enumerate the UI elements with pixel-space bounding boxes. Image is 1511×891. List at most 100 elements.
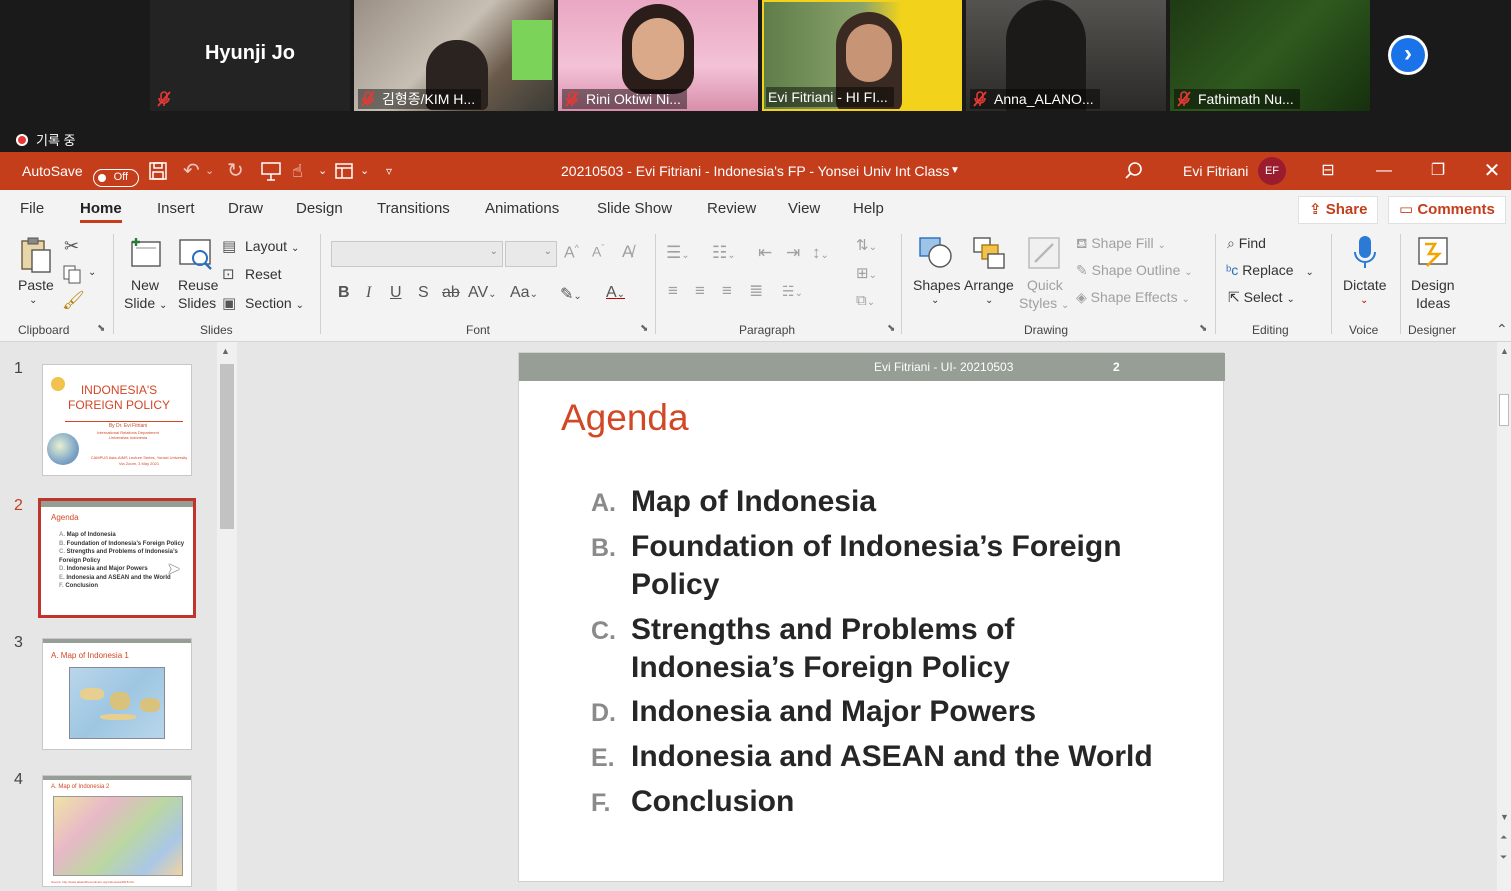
bullets-icon[interactable]: ☰⌄ <box>666 243 690 263</box>
dialog-launcher-icon[interactable]: ⬊ <box>640 323 648 334</box>
strikethrough-icon[interactable]: ab <box>442 284 460 302</box>
slide-title[interactable]: Agenda <box>561 397 689 439</box>
shape-outline-button[interactable]: ✎ Shape Outline ⌄ <box>1076 262 1193 279</box>
decrease-indent-icon[interactable]: ⇤ <box>758 243 772 263</box>
participant-tile[interactable]: Hyunji Jo <box>150 0 350 111</box>
shape-fill-button[interactable]: ⛾ Shape Fill ⌄ <box>1076 235 1166 254</box>
design-ideas-icon[interactable] <box>1413 234 1451 275</box>
font-family-select[interactable]: ⌄ <box>331 241 503 267</box>
cut-icon[interactable]: ✂ <box>64 236 79 257</box>
reset-button[interactable]: Reset <box>245 266 282 282</box>
chevron-down-icon[interactable]: ⌄ <box>205 152 214 190</box>
scroll-up-icon[interactable]: ▲ <box>221 346 230 356</box>
layout-button[interactable]: Layout ⌄ <box>245 238 299 254</box>
agenda-item[interactable]: B. Foundation of Indonesia’s Foreign Poli… <box>591 528 1191 604</box>
agenda-item[interactable]: D. Indonesia and Major Powers <box>591 693 1211 732</box>
present-from-start-icon[interactable] <box>260 160 282 185</box>
new-slide-label-2[interactable]: Slide ⌄ <box>124 295 167 311</box>
previous-slide-icon[interactable]: ⏶ <box>1500 832 1507 843</box>
font-color-icon[interactable]: A⌄ <box>606 284 625 302</box>
user-name[interactable]: Evi Fitriani <box>1183 152 1248 190</box>
autosave-toggle[interactable]: Off <box>92 169 139 187</box>
ribbon-display-options-icon[interactable]: ⊟ <box>1308 152 1348 190</box>
chevron-down-icon[interactable]: ▼ <box>950 152 960 190</box>
bold-icon[interactable]: B <box>338 284 350 302</box>
thumbnails-scrollbar[interactable]: ▲ <box>217 342 237 891</box>
dialog-launcher-icon[interactable]: ⬊ <box>887 323 895 334</box>
minimize-icon[interactable]: — <box>1364 152 1404 190</box>
quick-styles-label[interactable]: Quick <box>1027 277 1063 293</box>
tab-file[interactable]: File <box>20 200 44 217</box>
paste-label[interactable]: Paste <box>18 277 54 293</box>
tab-design[interactable]: Design <box>296 200 343 217</box>
participant-tile-active-speaker[interactable]: Evi Fitriani - HI FI... <box>762 0 962 111</box>
tab-transitions[interactable]: Transitions <box>377 200 450 217</box>
chevron-down-icon[interactable]: ⌄ <box>985 295 993 306</box>
agenda-item[interactable]: A. Map of Indonesia <box>591 483 1211 522</box>
new-slide-label[interactable]: New <box>131 277 159 293</box>
participant-tile[interactable]: Anna_ALANO... <box>966 0 1166 111</box>
underline-icon[interactable]: U <box>390 284 402 302</box>
restore-icon[interactable]: ❐ <box>1418 152 1458 190</box>
scrollbar-thumb[interactable] <box>220 364 234 529</box>
redo-icon[interactable]: ↻ <box>227 152 244 190</box>
align-center-icon[interactable]: ≡ <box>695 281 705 301</box>
comments-button[interactable]: ▭ Comments <box>1388 196 1506 224</box>
italic-icon[interactable]: I <box>366 284 371 302</box>
microphone-icon[interactable] <box>1352 234 1378 277</box>
tab-draw[interactable]: Draw <box>228 200 263 217</box>
shapes-icon[interactable] <box>918 236 954 275</box>
agenda-item[interactable]: C. Strengths and Problems of Indonesia’s … <box>591 611 1071 687</box>
chevron-down-icon[interactable]: ⌄ <box>360 152 369 190</box>
collapse-ribbon-icon[interactable]: ⌃ <box>1496 321 1508 338</box>
reuse-slides-label-2[interactable]: Slides <box>178 295 216 311</box>
shape-effects-button[interactable]: ◈ Shape Effects ⌄ <box>1076 289 1190 306</box>
close-icon[interactable]: ✕ <box>1472 152 1511 190</box>
reuse-slides-label[interactable]: Reuse <box>178 277 218 293</box>
change-case-icon[interactable]: Aa⌄ <box>510 284 538 302</box>
new-slide-icon[interactable] <box>128 236 164 275</box>
slide-thumbnail-3[interactable]: A. Map of Indonesia 1 <box>42 638 192 750</box>
align-left-icon[interactable]: ≡ <box>668 281 678 301</box>
character-spacing-icon[interactable]: AV⌄ <box>468 284 497 302</box>
replace-button[interactable]: ᵇc Replace ⌄ <box>1226 262 1314 278</box>
tab-insert[interactable]: Insert <box>157 200 195 217</box>
highlight-color-icon[interactable]: ✎⌄ <box>560 284 582 304</box>
layout-icon[interactable] <box>334 161 354 184</box>
chevron-down-icon[interactable]: ⌄ <box>29 295 37 306</box>
avatar[interactable]: EF <box>1258 157 1286 185</box>
columns-icon[interactable]: ☵⌄ <box>782 283 803 300</box>
arrange-icon[interactable] <box>972 236 1006 275</box>
scroll-down-icon[interactable]: ▼ <box>1500 812 1509 822</box>
align-text-icon[interactable]: ⊞⌄ <box>856 264 877 282</box>
agenda-item[interactable]: F. Conclusion <box>591 783 1211 822</box>
tab-help[interactable]: Help <box>853 200 884 217</box>
participant-tile[interactable]: Fathimath Nu... <box>1170 0 1370 111</box>
smartart-icon[interactable]: ⧉⌄ <box>856 292 875 309</box>
slide-editor-scrollbar[interactable]: ▲ ▼ ⏶ ⏷ <box>1497 342 1511 891</box>
slide-thumbnail-1[interactable]: INDONESIA'S FOREIGN POLICY By Dr. Evi Fi… <box>42 364 192 476</box>
quick-styles-label-2[interactable]: Styles ⌄ <box>1019 295 1069 311</box>
quick-styles-icon[interactable] <box>1027 236 1061 275</box>
document-title[interactable]: 20210503 - Evi Fitriani - Indonesia's FP… <box>561 152 949 190</box>
participant-tile[interactable]: Rini Oktiwi Ni... <box>558 0 758 111</box>
design-ideas-label-2[interactable]: Ideas <box>1416 295 1450 311</box>
increase-indent-icon[interactable]: ⇥ <box>786 243 800 263</box>
tab-review[interactable]: Review <box>707 200 756 217</box>
find-button[interactable]: ⌕ Find <box>1227 235 1266 252</box>
shapes-label[interactable]: Shapes <box>913 277 960 293</box>
tab-slide-show[interactable]: Slide Show <box>597 200 672 217</box>
chevron-down-icon[interactable]: ⌄ <box>1360 295 1368 306</box>
align-right-icon[interactable]: ≡ <box>722 281 732 301</box>
increase-font-size-icon[interactable]: A^ <box>564 243 579 262</box>
chevron-down-icon[interactable]: ⌄ <box>318 152 327 190</box>
slide-editor-canvas[interactable]: Evi Fitriani - UI- 20210503 2 Agenda A. M… <box>518 352 1225 882</box>
touch-mode-icon[interactable]: ☝ <box>292 152 303 190</box>
undo-icon[interactable]: ↶ <box>183 152 200 190</box>
shadow-icon[interactable]: S <box>418 284 429 302</box>
tab-view[interactable]: View <box>788 200 820 217</box>
search-icon[interactable] <box>1124 161 1144 184</box>
share-button[interactable]: ⇪ Share <box>1298 196 1379 224</box>
scrollbar-thumb[interactable] <box>1499 394 1509 426</box>
justify-icon[interactable]: ≣ <box>749 281 763 301</box>
